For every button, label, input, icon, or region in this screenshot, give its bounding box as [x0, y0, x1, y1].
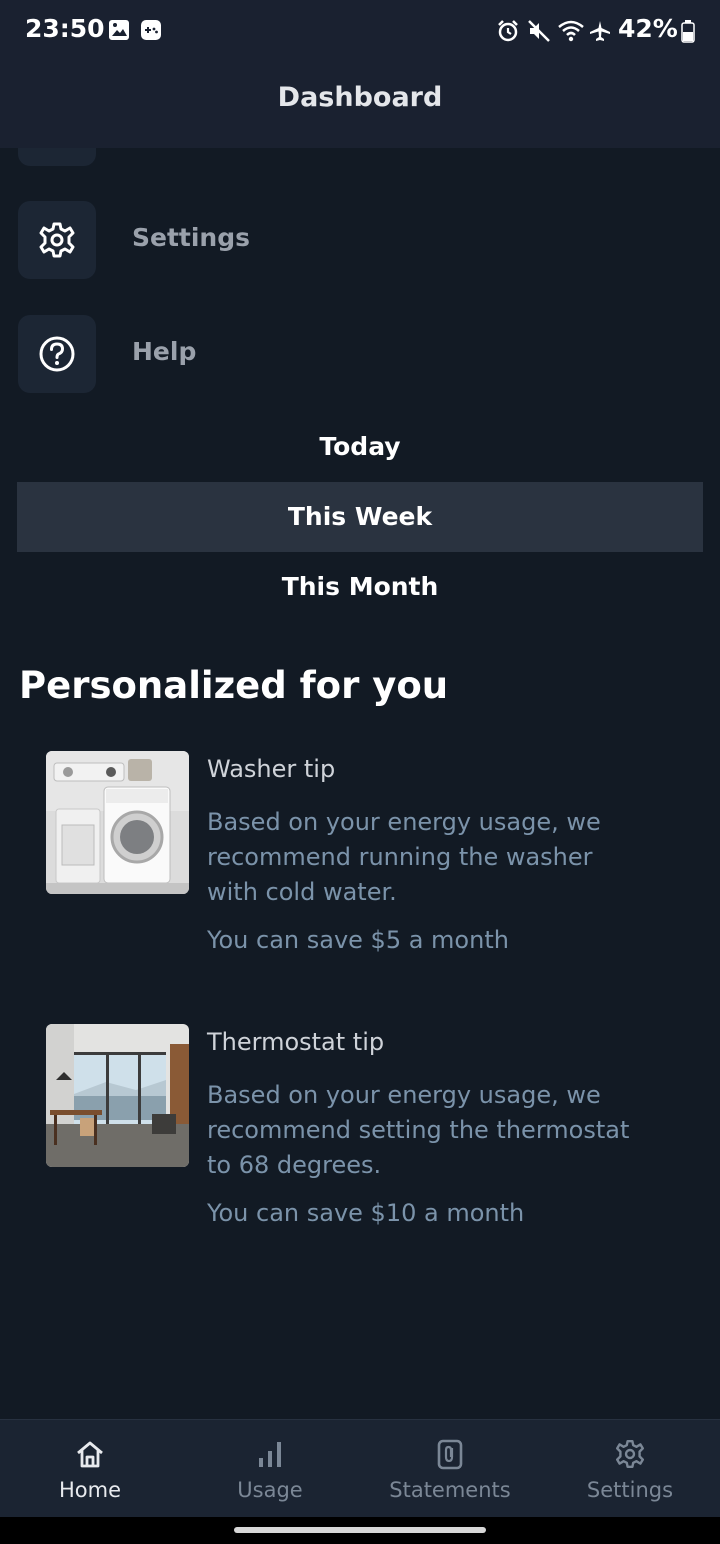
period-option-this-week[interactable]: This Week	[17, 482, 703, 552]
nav-label: Usage	[237, 1478, 303, 1502]
airplane-icon	[590, 21, 610, 41]
image-icon	[109, 20, 129, 40]
washer-image	[46, 751, 189, 894]
tip-title: Thermostat tip	[207, 1028, 385, 1056]
tip-card-thermostat[interactable]: Thermostat tip Based on your energy usag…	[46, 1024, 686, 1244]
nav-item-statements[interactable]: Statements	[360, 1420, 540, 1518]
menu-item-help[interactable]: Help	[18, 315, 618, 393]
gesture-bar	[0, 1517, 720, 1544]
mute-icon	[528, 20, 550, 42]
tip-savings: You can save $10 a month	[207, 1199, 525, 1227]
gesture-handle[interactable]	[234, 1527, 486, 1533]
period-option-this-month[interactable]: This Month	[17, 552, 703, 622]
period-option-today[interactable]: Today	[17, 412, 703, 482]
wifi-icon	[558, 20, 584, 42]
menu-icon-box	[18, 201, 96, 279]
menu-icon-box	[18, 315, 96, 393]
nav-label: Home	[58, 1478, 121, 1502]
nav-label: Statements	[389, 1478, 511, 1502]
nav-item-settings[interactable]: Settings	[540, 1420, 720, 1518]
help-circle-icon	[39, 336, 75, 372]
tip-title: Washer tip	[207, 755, 336, 783]
battery-percent: 42%	[618, 14, 678, 43]
tip-card-washer[interactable]: Washer tip Based on your energy usage, w…	[46, 751, 686, 971]
nav-label: Settings	[586, 1478, 674, 1502]
menu-item-label: Help	[132, 337, 197, 366]
menu-item-partial[interactable]	[18, 148, 96, 166]
tip-description: Based on your energy usage, we recommend…	[207, 808, 601, 906]
app-bar: Dashboard	[0, 64, 720, 148]
bar-chart-icon	[259, 1442, 281, 1467]
gear-icon	[616, 1440, 644, 1468]
bottom-nav: Home Usage Statements Settings	[0, 1419, 720, 1518]
status-bar: 23:50 42%	[0, 0, 720, 64]
nav-item-home[interactable]: Home	[0, 1420, 180, 1518]
status-time: 23:50	[25, 14, 105, 43]
home-icon	[77, 1441, 103, 1468]
menu-item-settings[interactable]: Settings	[18, 201, 618, 279]
tip-description: Based on your energy usage, we recommend…	[207, 1081, 630, 1179]
gear-icon	[39, 222, 75, 258]
menu-item-label: Settings	[132, 223, 251, 252]
nav-item-usage[interactable]: Usage	[180, 1420, 360, 1518]
tip-savings: You can save $5 a month	[207, 926, 509, 954]
thermostat-image	[46, 1024, 189, 1167]
section-title: Personalized for you	[19, 664, 449, 707]
alarm-icon	[498, 20, 518, 42]
battery-icon	[681, 20, 695, 43]
page-title: Dashboard	[277, 82, 443, 113]
game-controller-icon	[141, 20, 161, 40]
document-icon	[437, 1439, 463, 1470]
